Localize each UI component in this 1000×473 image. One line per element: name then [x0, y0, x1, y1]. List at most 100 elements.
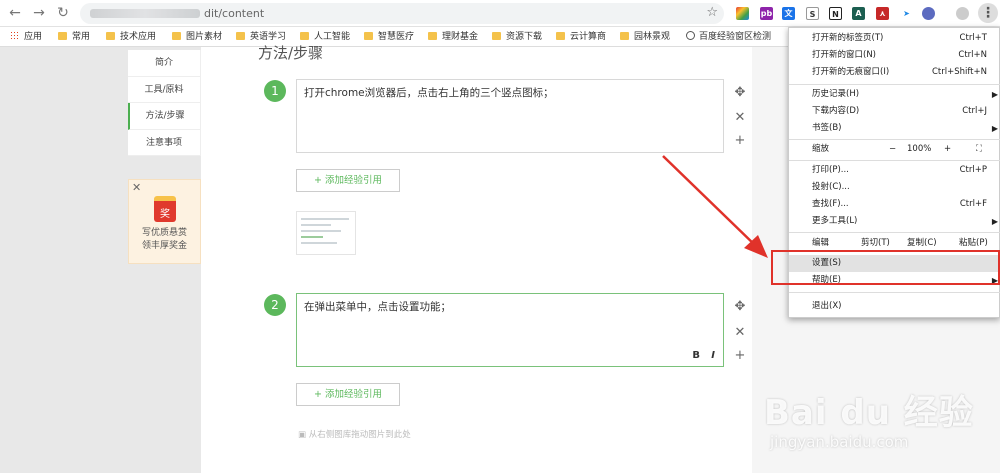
bookmark-link[interactable]: 百度经验窗区检测 — [686, 31, 771, 43]
menu-separator — [789, 84, 1000, 85]
folder-icon — [300, 32, 309, 40]
bold-button[interactable]: B — [692, 350, 700, 361]
bookmark-folder[interactable]: 园林景观 — [620, 31, 670, 43]
menu-item-exit[interactable]: 退出(X) — [789, 298, 1000, 315]
s-extension-icon[interactable]: S — [806, 7, 819, 20]
menu-item-find[interactable]: 查找(F)... Ctrl+F — [789, 196, 1000, 213]
address-bar[interactable]: dit/content ☆ — [80, 3, 724, 24]
step-text-box[interactable]: 在弹出菜单中，点击设置功能； B I — [296, 293, 724, 367]
menu-item-downloads[interactable]: 下载内容(D) Ctrl+J — [789, 103, 1000, 120]
folder-icon — [556, 32, 565, 40]
bookmark-folder[interactable]: 资源下载 — [492, 31, 542, 43]
bookmark-folder[interactable]: 常用 — [58, 31, 90, 43]
move-icon[interactable]: ✥ — [732, 85, 748, 100]
promo-line: 写优质悬赏 — [141, 228, 187, 238]
bookmark-label: 人工智能 — [314, 32, 351, 42]
bookmark-folder[interactable]: 图片素材 — [172, 31, 222, 43]
menu-item-cast[interactable]: 投射(C)... — [789, 179, 1000, 196]
bookmark-apps[interactable]: 应用 — [10, 31, 42, 43]
promo-text: 写优质悬赏 领丰厚奖金 — [129, 227, 200, 253]
close-icon[interactable]: ✕ — [132, 181, 141, 194]
bookmark-folder[interactable]: 智慧医疗 — [364, 31, 414, 43]
menu-label: 打开新的窗口(N) — [812, 50, 876, 60]
profile-avatar-icon[interactable] — [956, 7, 969, 20]
sidenav-item-tools[interactable]: 工具/原料 — [128, 77, 200, 103]
globe-icon — [686, 31, 695, 40]
colorful-extension-icon[interactable] — [736, 7, 749, 20]
add-icon[interactable]: + — [732, 133, 748, 148]
settings-highlight-box — [771, 250, 1000, 285]
bookmark-label: 常用 — [72, 32, 91, 42]
add-reference-button[interactable]: + 添加经验引用 — [296, 383, 400, 406]
menu-label: 书签(B) — [812, 123, 842, 133]
menu-item-history[interactable]: 历史记录(H) ▶ — [789, 86, 1000, 103]
menu-item-incognito[interactable]: 打开新的无痕窗口(I) Ctrl+Shift+N — [789, 64, 1000, 81]
sidenav-item-steps[interactable]: 方法/步骤 — [128, 103, 200, 130]
menu-label: 更多工具(L) — [812, 216, 858, 226]
n-extension-icon[interactable]: N — [829, 7, 842, 20]
reload-icon[interactable]: ↻ — [54, 4, 72, 22]
sidenav-item-intro[interactable]: 简介 — [128, 50, 200, 77]
move-icon[interactable]: ✥ — [732, 299, 748, 314]
folder-icon — [58, 32, 67, 40]
submenu-arrow-icon: ▶ — [991, 124, 998, 133]
italic-button[interactable]: I — [711, 350, 715, 361]
menu-shortcut: Ctrl+Shift+N — [931, 67, 987, 77]
reward-promo-card: ✕ 奖 写优质悬赏 领丰厚奖金 — [128, 179, 201, 264]
sidenav-item-notes[interactable]: 注意事项 — [128, 130, 200, 156]
bird-extension-icon[interactable]: ➤ — [900, 7, 913, 20]
bookmark-folder[interactable]: 云计算商 — [556, 31, 606, 43]
pb-extension-icon[interactable]: pb — [760, 7, 773, 20]
menu-item-new-window[interactable]: 打开新的窗口(N) Ctrl+N — [789, 47, 1000, 64]
adobe-pdf-extension-icon[interactable]: ⋏ — [876, 7, 889, 20]
delete-icon[interactable]: ✕ — [732, 325, 748, 340]
editor-main: 方法/步骤 1 打开chrome浏览器后，点击右上角的三个竖点图标； ✥ ✕ +… — [201, 44, 752, 473]
bookmark-label: 资源下载 — [506, 32, 543, 42]
circle-extension-icon[interactable] — [922, 7, 935, 20]
apps-grid-icon — [10, 31, 19, 40]
step-text: 打开chrome浏览器后，点击右上角的三个竖点图标； — [304, 87, 554, 99]
step-image-thumbnail[interactable] — [296, 211, 356, 255]
bookmark-star-icon[interactable]: ☆ — [706, 5, 718, 20]
menu-label: 投射(C)... — [812, 182, 850, 192]
add-icon[interactable]: + — [732, 348, 748, 363]
translate-extension-icon[interactable]: 文 — [782, 7, 795, 20]
chrome-menu-kebab-icon[interactable]: ⋮ — [978, 3, 998, 23]
submenu-arrow-icon: ▶ — [991, 90, 998, 99]
a-extension-icon[interactable]: A — [852, 7, 865, 20]
menu-label: 缩放 — [812, 144, 830, 154]
folder-icon — [236, 32, 245, 40]
drag-image-hint: ▣ 从右侧图库拖动图片到此处 — [298, 428, 411, 440]
menu-item-print[interactable]: 打印(P)... Ctrl+P — [789, 162, 1000, 179]
baidu-watermark-logo: Bai du 经验 — [764, 393, 974, 433]
menu-item-zoom: 缩放 − 100% + ⛶ — [789, 141, 1000, 158]
menu-label: 打开新的无痕窗口(I) — [812, 67, 890, 77]
zoom-in-button[interactable]: + — [944, 141, 951, 158]
menu-separator — [789, 160, 1000, 161]
menu-separator — [789, 232, 1000, 233]
zoom-out-button[interactable]: − — [889, 141, 896, 158]
step-text-box[interactable]: 打开chrome浏览器后，点击右上角的三个竖点图标； — [296, 79, 724, 153]
bookmark-label: 技术应用 — [120, 32, 157, 42]
hint-text: 从右侧图库拖动图片到此处 — [308, 430, 411, 440]
menu-item-more-tools[interactable]: 更多工具(L) ▶ — [789, 213, 1000, 230]
submenu-arrow-icon: ▶ — [991, 217, 998, 226]
bookmark-folder[interactable]: 技术应用 — [106, 31, 156, 43]
folder-icon — [364, 32, 373, 40]
fullscreen-icon[interactable]: ⛶ — [976, 141, 982, 158]
back-arrow-icon[interactable]: ← — [6, 4, 24, 22]
menu-item-bookmarks[interactable]: 书签(B) ▶ — [789, 120, 1000, 137]
menu-label: 下载内容(D) — [812, 106, 860, 116]
menu-label: 历史记录(H) — [812, 89, 860, 99]
forward-arrow-icon[interactable]: → — [30, 4, 48, 22]
menu-separator — [789, 292, 1000, 293]
menu-item-new-tab[interactable]: 打开新的标签页(T) Ctrl+T — [789, 30, 1000, 47]
add-reference-button[interactable]: + 添加经验引用 — [296, 169, 400, 192]
folder-icon — [172, 32, 181, 40]
bookmark-folder[interactable]: 理财基金 — [428, 31, 478, 43]
folder-icon — [428, 32, 437, 40]
delete-icon[interactable]: ✕ — [732, 110, 748, 125]
menu-label: 编辑 — [812, 238, 830, 248]
menu-shortcut: Ctrl+N — [958, 50, 987, 60]
menu-shortcut: Ctrl+F — [959, 199, 987, 209]
